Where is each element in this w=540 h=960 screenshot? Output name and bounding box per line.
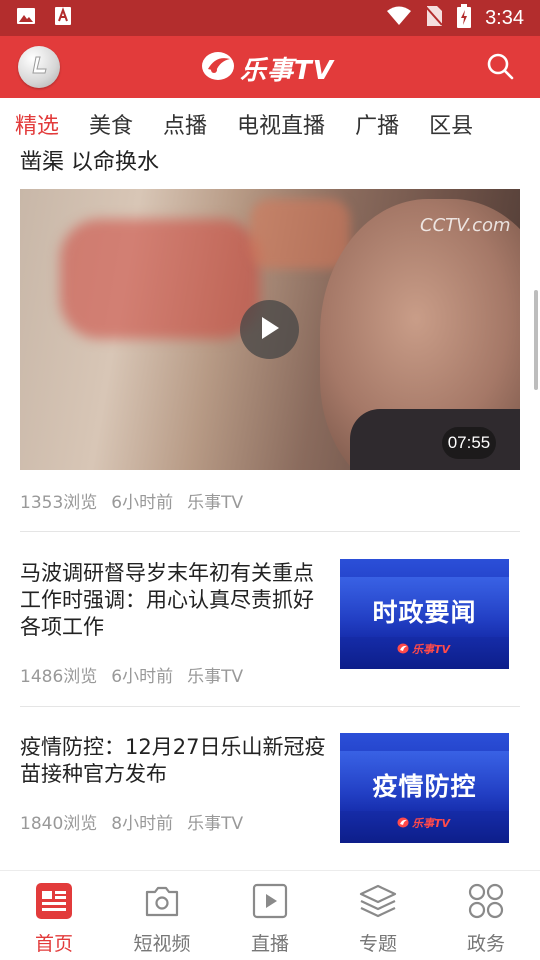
camera-icon bbox=[144, 883, 180, 923]
app-logo-icon[interactable] bbox=[18, 46, 60, 88]
divider bbox=[20, 531, 520, 532]
news-meta: 1840浏览 8小时前 乐事TV bbox=[20, 809, 243, 834]
video-meta: 1353浏览 6小时前 乐事TV bbox=[20, 488, 243, 513]
play-button[interactable] bbox=[240, 300, 299, 359]
brand-mark-icon bbox=[397, 813, 409, 832]
channel-watermark: CCTV.com bbox=[420, 215, 511, 236]
news-thumbnail[interactable]: 疫情防控 乐事TV bbox=[340, 733, 509, 843]
thumbnail-logo-text: 乐事TV bbox=[412, 642, 451, 656]
search-button[interactable] bbox=[484, 52, 516, 84]
video-thumbnail[interactable]: CCTV.com 07:55 bbox=[20, 189, 520, 470]
publish-time: 8小时前 bbox=[111, 814, 174, 834]
tab-districts[interactable]: 区县 bbox=[429, 108, 473, 140]
tab-featured[interactable]: 精选 bbox=[15, 108, 59, 140]
news-home-icon bbox=[36, 883, 72, 923]
thumbnail-logo: 乐事TV bbox=[397, 639, 450, 658]
video-background-decoration bbox=[60, 219, 260, 339]
source-name: 乐事TV bbox=[187, 667, 244, 687]
brand-title: 乐事TV bbox=[240, 55, 334, 86]
source-name: 乐事TV bbox=[187, 493, 244, 513]
nav-government[interactable]: 政务 bbox=[432, 871, 540, 960]
wifi-icon bbox=[387, 6, 412, 30]
nav-label: 专题 bbox=[358, 933, 397, 955]
publish-time: 6小时前 bbox=[111, 493, 174, 513]
thumbnail-logo: 乐事TV bbox=[397, 813, 450, 832]
nav-live[interactable]: 直播 bbox=[216, 871, 324, 960]
publish-time: 6小时前 bbox=[111, 667, 174, 687]
image-icon bbox=[16, 6, 36, 30]
tab-tv-live[interactable]: 电视直播 bbox=[237, 108, 325, 140]
layers-icon bbox=[359, 883, 397, 923]
thumbnail-caption: 疫情防控 bbox=[372, 772, 477, 801]
thumbnail-caption: 时政要闻 bbox=[372, 598, 477, 627]
source-name: 乐事TV bbox=[187, 814, 244, 834]
news-item-title[interactable]: 疫情防控：12月27日乐山新冠疫苗接种官方发布 bbox=[20, 734, 328, 788]
partial-article-title[interactable]: 凿渠 以命换水 bbox=[20, 144, 159, 176]
video-duration: 07:55 bbox=[442, 427, 496, 459]
video-background-decoration bbox=[250, 199, 350, 269]
nav-label: 政务 bbox=[466, 933, 505, 955]
search-icon bbox=[486, 52, 514, 84]
play-icon bbox=[259, 315, 281, 345]
nav-topics[interactable]: 专题 bbox=[324, 871, 432, 960]
font-icon bbox=[54, 6, 72, 30]
play-square-icon bbox=[252, 883, 288, 923]
nav-label: 直播 bbox=[250, 933, 289, 955]
tab-radio[interactable]: 广播 bbox=[355, 108, 399, 140]
tab-on-demand[interactable]: 点播 bbox=[163, 108, 207, 140]
nav-label: 短视频 bbox=[133, 933, 191, 955]
tab-food[interactable]: 美食 bbox=[89, 108, 133, 140]
status-time: 3:34 bbox=[485, 6, 524, 29]
view-count: 1353浏览 bbox=[20, 493, 98, 513]
news-feed[interactable]: 凿渠 以命换水 CCTV.com 07:55 1353浏览 6小时前 乐事TV … bbox=[0, 140, 540, 870]
view-count: 1840浏览 bbox=[20, 814, 98, 834]
news-thumbnail[interactable]: 时政要闻 乐事TV bbox=[340, 559, 509, 669]
news-meta: 1486浏览 6小时前 乐事TV bbox=[20, 662, 243, 687]
brand-mark-icon bbox=[397, 639, 409, 658]
brand-mark-icon bbox=[200, 49, 236, 87]
nav-home[interactable]: 首页 bbox=[0, 871, 108, 960]
nav-short-video[interactable]: 短视频 bbox=[108, 871, 216, 960]
brand-logo: 乐事TV bbox=[200, 50, 334, 86]
divider bbox=[20, 706, 520, 707]
nav-label: 首页 bbox=[34, 933, 73, 955]
no-sim-icon bbox=[425, 5, 443, 31]
thumbnail-logo-text: 乐事TV bbox=[412, 816, 451, 830]
grid-circles-icon bbox=[468, 883, 504, 923]
scrollbar[interactable] bbox=[534, 290, 538, 390]
view-count: 1486浏览 bbox=[20, 667, 98, 687]
bottom-navigation: 首页 短视频 直播 专题 政务 bbox=[0, 870, 540, 960]
status-bar: 3:34 bbox=[0, 0, 540, 36]
battery-icon bbox=[457, 4, 472, 32]
news-item-title[interactable]: 马波调研督导岁末年初有关重点工作时强调：用心认真尽责抓好各项工作 bbox=[20, 560, 328, 641]
